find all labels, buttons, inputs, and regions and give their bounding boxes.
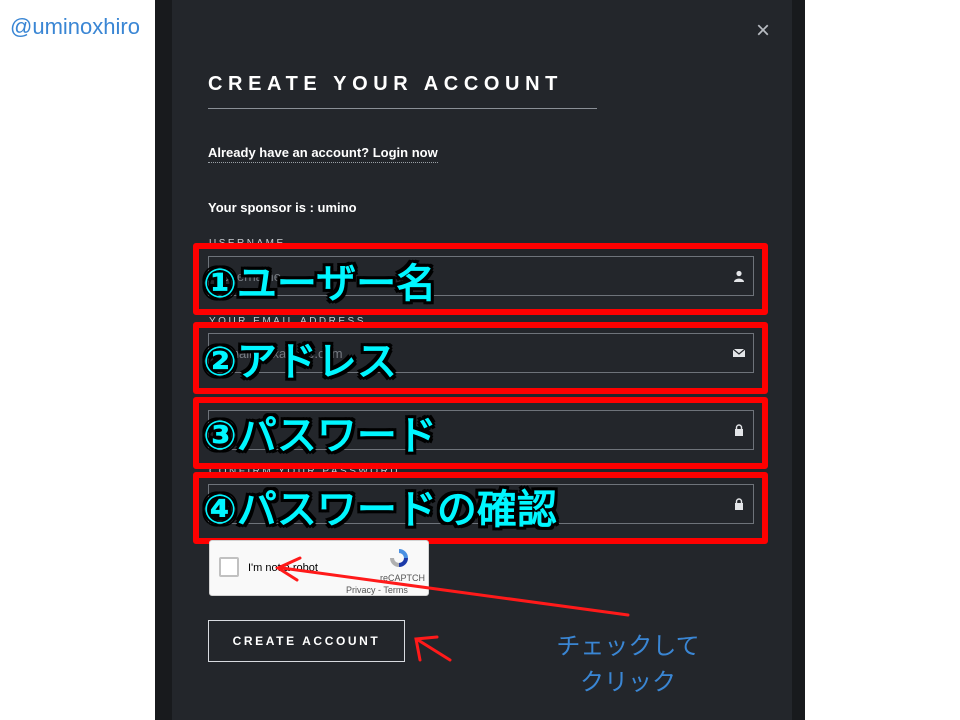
email-input[interactable] [209, 334, 753, 372]
password-field[interactable] [208, 410, 754, 450]
instruction-note-line1: チェックして [556, 632, 700, 660]
recaptcha-checkbox[interactable] [219, 557, 239, 577]
confirm-password-field[interactable] [208, 484, 754, 524]
password-input[interactable] [209, 411, 753, 449]
recaptcha-logo-icon [388, 547, 410, 569]
recaptcha-label: I'm not a robot [248, 562, 318, 574]
instruction-note-line2: クリック [580, 668, 676, 696]
title-underline [208, 108, 597, 109]
confirm-password-input[interactable] [209, 485, 753, 523]
recaptcha-privacy-terms[interactable]: Privacy - Terms [346, 585, 408, 595]
username-label: USERNAME [209, 238, 286, 249]
login-link[interactable]: Already have an account? Login now [208, 145, 438, 163]
username-input[interactable] [209, 257, 753, 295]
email-field[interactable] [208, 333, 754, 373]
instruction-note: チェックして クリック [548, 628, 708, 700]
modal-title: CREATE YOUR ACCOUNT [208, 73, 563, 95]
lock-icon [731, 423, 747, 439]
email-label: YOUR EMAIL ADDRESS [209, 316, 366, 327]
confirm-password-label: CONFIRM YOUR PASSWORD [209, 466, 401, 477]
watermark: @uminoxhiro [10, 14, 140, 39]
user-icon [731, 269, 747, 285]
recaptcha-brand: reCAPTCH [380, 573, 426, 583]
recaptcha-widget: I'm not a robot reCAPTCH Privacy - Terms [209, 540, 429, 596]
envelope-icon [731, 346, 747, 362]
create-account-button[interactable]: CREATE ACCOUNT [208, 620, 405, 662]
username-field[interactable] [208, 256, 754, 296]
sponsor-text: Your sponsor is : umino [208, 200, 357, 215]
close-icon[interactable]: × [752, 19, 774, 43]
lock-icon [731, 497, 747, 513]
